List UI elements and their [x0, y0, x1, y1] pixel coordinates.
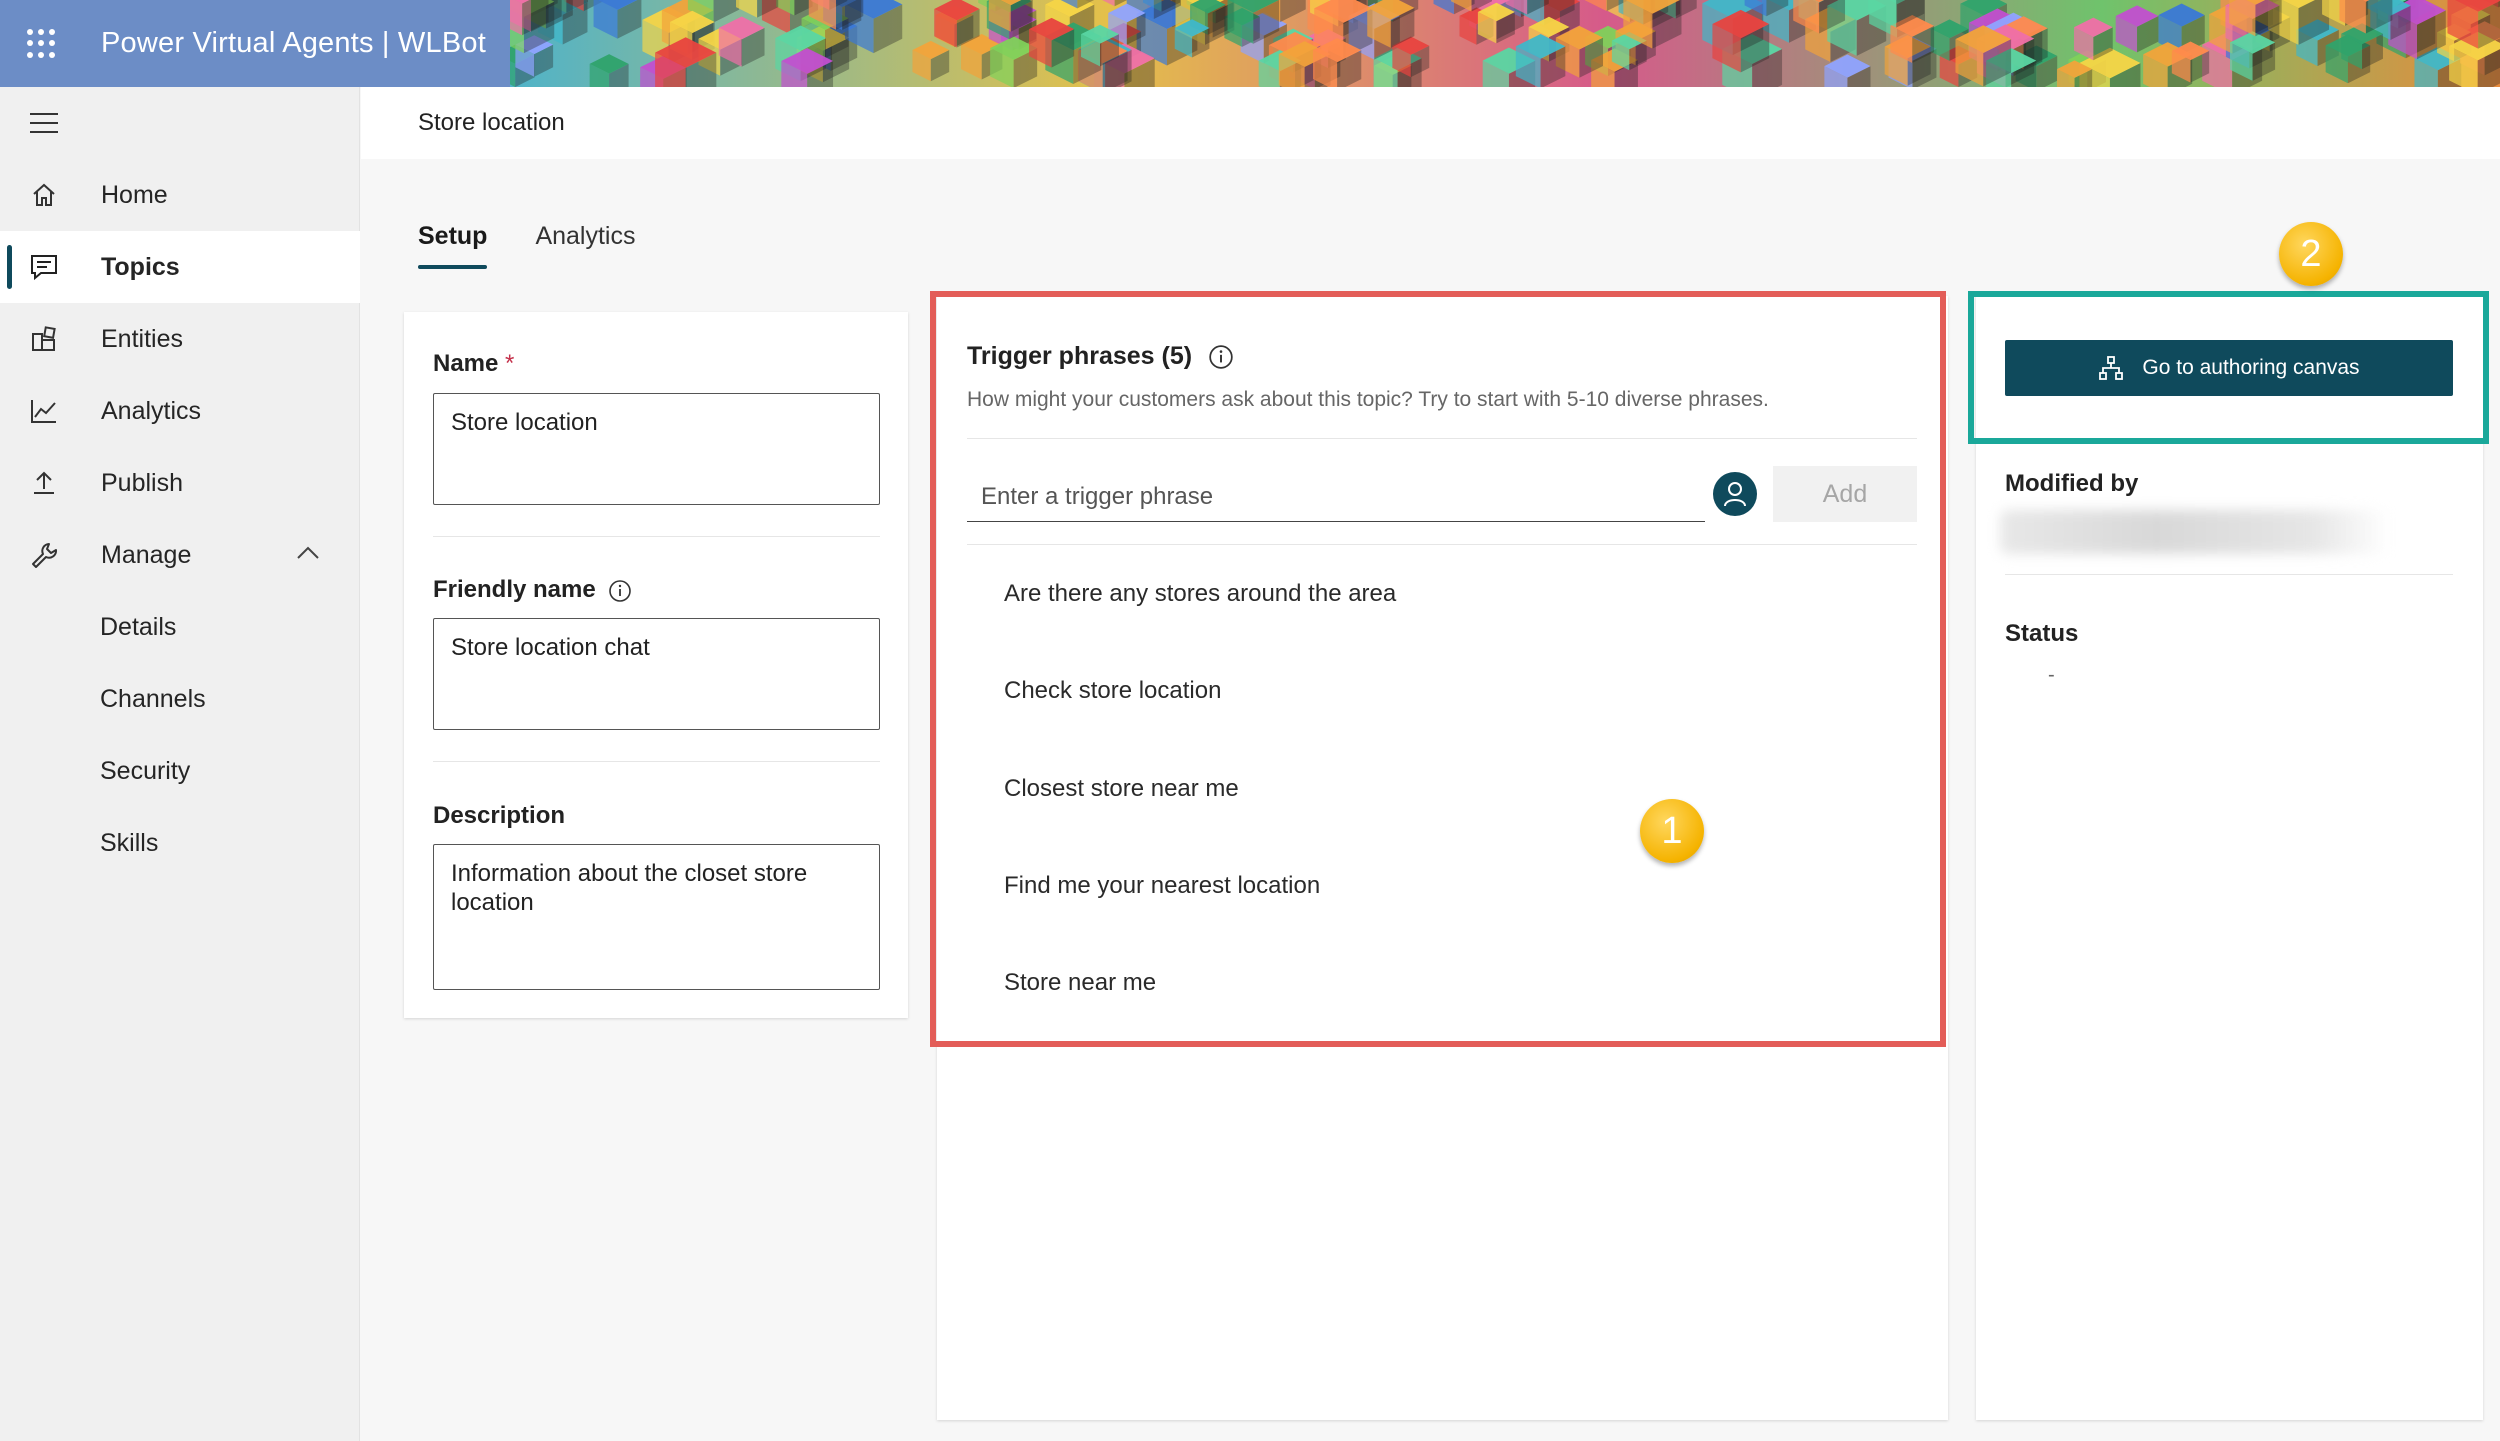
trigger-phrase-item[interactable]: Find me your nearest location [1004, 872, 1320, 900]
status-label: Status [2005, 620, 2079, 647]
hierarchy-icon [2099, 356, 2124, 380]
user-avatar-icon[interactable] [1713, 472, 1757, 516]
nav-label: Analytics [101, 396, 202, 425]
trigger-phrase-item[interactable]: Store near me [1004, 969, 1156, 997]
chevron-up-icon[interactable] [296, 545, 320, 561]
canvas-button-label: Go to authoring canvas [2142, 356, 2360, 379]
description-label: Description [433, 802, 566, 829]
nav-label: Entities [101, 324, 183, 353]
header-brand: Power Virtual Agents | WLBot [0, 0, 510, 87]
nav-item-manage[interactable]: Manage [0, 519, 360, 591]
page-header: Store location [361, 87, 2500, 159]
name-field[interactable]: Store location [433, 393, 880, 505]
topic-info-panel [1976, 296, 2483, 1420]
callout-badge-1: 1 [1640, 799, 1704, 863]
nav-item-publish[interactable]: Publish [0, 447, 360, 519]
chat-icon [24, 247, 64, 287]
page-title: Store location [418, 109, 565, 136]
nav-label: Home [101, 180, 168, 209]
tab-setup[interactable]: Setup [418, 222, 488, 269]
nav-subitem-skills[interactable]: Skills [0, 807, 360, 879]
tab-bar: Setup Analytics [418, 222, 684, 269]
analytics-icon [24, 391, 64, 431]
trigger-phrase-item[interactable]: Are there any stores around the area [1004, 580, 1396, 608]
trigger-phrases-hint: How might your customers ask about this … [967, 388, 1769, 411]
go-to-authoring-canvas-button[interactable]: Go to authoring canvas [2005, 340, 2453, 396]
nav-label: Topics [101, 252, 180, 281]
divider [433, 536, 880, 537]
add-button[interactable]: Add [1773, 466, 1917, 522]
tab-analytics[interactable]: Analytics [535, 222, 635, 269]
friendly-name-label: Friendly name [433, 576, 632, 604]
nav-label: Publish [101, 468, 183, 497]
divider [433, 761, 880, 762]
trigger-phrases-title: Trigger phrases (5) [967, 342, 1234, 371]
left-nav: Home Topics Entities Analytics Publish M… [0, 87, 360, 1441]
trigger-phrase-input[interactable] [967, 472, 1705, 522]
nav-item-home[interactable]: Home [0, 159, 360, 231]
info-icon[interactable] [1208, 344, 1234, 370]
waffle-icon[interactable] [27, 28, 57, 59]
friendly-name-field[interactable]: Store location chat [433, 618, 880, 730]
nav-item-topics[interactable]: Topics [0, 231, 360, 303]
nav-item-entities[interactable]: Entities [0, 303, 360, 375]
divider [967, 438, 1917, 439]
publish-icon [24, 463, 64, 503]
name-label: Name * [433, 350, 515, 377]
nav-label: Skills [100, 828, 159, 857]
app-header: Power Virtual Agents | WLBot [0, 0, 2500, 87]
description-field[interactable]: Information about the closet store locat… [433, 844, 880, 990]
trigger-phrase-item[interactable]: Closest store near me [1004, 775, 1239, 803]
nav-subitem-security[interactable]: Security [0, 735, 360, 807]
nav-label: Channels [100, 684, 206, 713]
nav-subitem-details[interactable]: Details [0, 591, 360, 663]
callout-badge-2: 2 [2279, 222, 2343, 286]
header-banner-image [510, 0, 2500, 87]
nav-item-analytics[interactable]: Analytics [0, 375, 360, 447]
required-asterisk: * [505, 350, 515, 377]
status-value: - [2048, 664, 2055, 686]
divider [2005, 574, 2453, 575]
nav-subitem-channels[interactable]: Channels [0, 663, 360, 735]
hamburger-menu-icon[interactable] [30, 113, 60, 135]
topic-details-card: Name * Store location Friendly name Stor… [404, 312, 908, 1018]
entities-icon [24, 319, 64, 359]
modified-by-redacted [2000, 510, 2390, 554]
info-icon[interactable] [608, 579, 632, 603]
trigger-phrases-card [937, 296, 1948, 1420]
nav-label: Details [100, 612, 177, 641]
nav-label: Manage [101, 540, 192, 569]
trigger-phrase-item[interactable]: Check store location [1004, 677, 1221, 705]
divider [967, 544, 1917, 545]
home-icon [24, 175, 64, 215]
modified-by-label: Modified by [2005, 470, 2139, 497]
nav-label: Security [100, 756, 191, 785]
wrench-icon [24, 535, 64, 575]
app-title: Power Virtual Agents | WLBot [101, 27, 486, 59]
